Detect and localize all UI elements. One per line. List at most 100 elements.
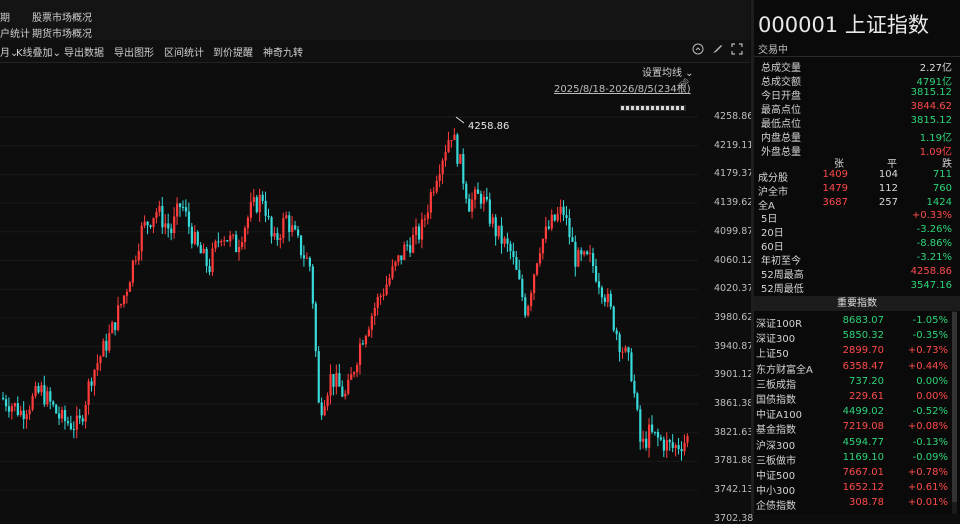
index-name: 中小300 [756,486,796,498]
index-name: 三板做市 [756,455,796,467]
candle-body [84,405,87,422]
index-price: 8683.07 [842,315,884,326]
candle-body [417,226,421,240]
index-name: 东方财富全A [756,364,813,376]
candle-body [28,409,31,415]
export-chart-button[interactable]: 导出图形 [114,44,154,59]
candle-body [441,160,444,175]
candle-body [52,401,55,405]
menu-item-period[interactable]: 期 [0,9,10,24]
index-name: 深证100R [756,319,803,330]
period-value: 4258.86 [910,266,952,277]
index-name: 中证A100 [756,410,802,422]
candle-body [314,303,317,352]
index-row[interactable]: 企债指数 308.78 +0.01% [754,497,952,512]
export-data-button[interactable]: 导出数据 [64,44,104,59]
index-row[interactable]: 中小300 1652.12 +0.61% [754,482,952,498]
candle-body [158,206,161,212]
range-stats-button[interactable]: 区间统计 [164,44,204,59]
candle-body [302,255,306,259]
security-title: 000001 上证指数 [758,13,929,37]
index-name: 三板成指 [756,379,796,391]
candle-body [111,322,114,334]
index-name: 上证50 [756,349,789,361]
index-price: 1652.12 [842,482,884,494]
quote-panel: 000001 上证指数 交易中 总成交量 2.27亿 总成交额 4791亿 今日开盘 38… [754,0,960,514]
index-row[interactable]: 三板成指 737.20 0.00% [754,376,952,391]
td-sequential-button[interactable]: 神奇九转 [263,44,303,59]
candle-body [332,374,335,387]
index-change: +0.44% [907,360,948,372]
price-alert-button[interactable]: 到价提醒 [213,44,253,59]
candle-body [370,316,373,330]
candle-body [609,293,612,307]
brush-icon[interactable] [710,43,724,57]
menu-item-futures-overview[interactable]: 期货市场概况 [32,25,92,40]
candle-body [686,435,689,443]
index-price: 6358.47 [842,360,884,372]
candle-body [96,363,99,370]
index-row[interactable]: 沪深300 4594.77 -0.13% [754,437,952,452]
candle-body [75,415,78,430]
period-value: -8.86% [916,238,952,249]
period-label: 52周最低 [761,284,804,295]
candle-body [367,329,370,337]
y-tick-label: 3821.63 [714,426,754,438]
candle-body [662,439,665,451]
candle-body [243,228,247,243]
candle-body [270,217,273,237]
candle-body [211,248,214,273]
candle-body [173,216,176,234]
candle-body [645,438,648,448]
quote-field-value: 3815.12 [910,87,952,98]
candle-body [291,225,294,233]
candle-body [63,409,67,422]
candle-body [447,140,450,153]
index-name: 沪深300 [756,440,796,452]
index-row[interactable]: 东方财富全A 6358.47 +0.44% [754,360,952,376]
indices-scroll-thumb[interactable] [952,312,957,502]
breadth-label: 成分股 [758,173,788,184]
quote-field-label: 最低点位 [761,119,801,130]
candle-body [246,217,250,229]
index-name: 基金指数 [756,425,796,437]
index-row[interactable]: 深证100R 8683.07 -1.05% [754,315,952,330]
index-row[interactable]: 三板做市 1169.10 -0.09% [754,452,952,467]
candle-body [577,250,580,267]
menu-item-account-stats[interactable]: 户统计 [0,25,30,40]
expand-icon[interactable] [730,43,744,57]
index-price: 7667.01 [842,467,884,478]
kline-chart[interactable]: 设置均线 ⌄ 2025/8/18-2026/8/5(234根) 📌︎ 4258.… [0,62,754,524]
index-price: 229.61 [849,391,884,402]
candle-body [170,228,173,234]
index-row[interactable]: 国债指数 229.61 0.00% [754,391,952,406]
candle-body [671,442,674,448]
candle-body [456,134,459,164]
candle-body [267,215,270,218]
info-circle-icon[interactable] [691,43,705,57]
candle-body [397,255,400,262]
candle-body [120,304,123,306]
candle-body [255,197,258,213]
index-row[interactable]: 中证A100 4499.02 -0.52% [754,406,952,422]
y-tick-label: 4258.86 [714,111,754,122]
index-change: +0.73% [907,345,948,357]
candle-body [651,424,654,432]
index-row[interactable]: 上证50 2899.70 +0.73% [754,345,952,361]
candle-body [659,437,663,440]
candle-body [482,196,486,204]
candle-body [530,293,533,307]
candle-body [429,192,432,213]
index-row[interactable]: 中证500 7667.01 +0.78% [754,467,952,482]
index-row[interactable]: 基金指数 7219.08 +0.08% [754,421,952,437]
period-label: 年初至今 [761,256,801,267]
candle-body [600,287,604,298]
candle-body [574,241,577,267]
period-row: 年初至今 -3.21% [754,252,960,267]
y-tick-label: 4219.11 [714,139,754,151]
candle-body [618,334,621,353]
menu-item-stock-overview[interactable]: 股票市场概况 [32,9,92,24]
k-overlay-button[interactable]: K线叠加⌄ [16,44,61,59]
candle-body [179,203,182,208]
index-row[interactable]: 深证300 5850.32 -0.35% [754,330,952,345]
